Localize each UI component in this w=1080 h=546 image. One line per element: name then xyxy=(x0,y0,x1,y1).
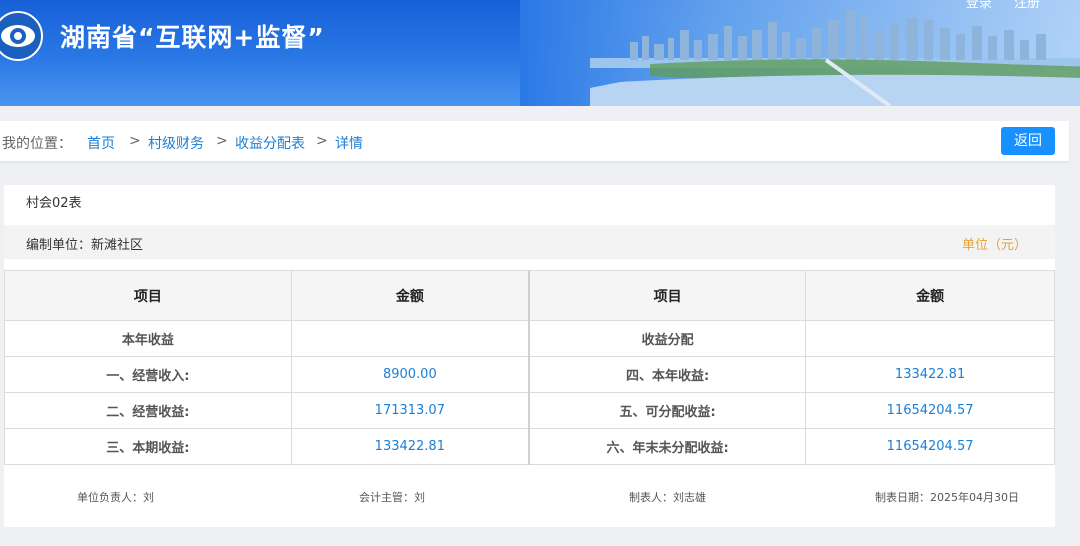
form-code: 村会02表 xyxy=(26,196,82,211)
column-header-amount: 金额 xyxy=(290,270,530,321)
breadcrumb-detail-link[interactable]: 详情 xyxy=(335,133,363,153)
row-amount: 8900.00 xyxy=(290,356,530,393)
login-link[interactable]: 登录 xyxy=(966,0,992,11)
unit-head-signature: 单位负责人：刘 xyxy=(77,491,154,504)
row-item-label: 五、可分配收益: xyxy=(527,392,807,429)
row-item-label: 本年收益 xyxy=(4,320,292,357)
row-item-label: 三、本期收益: xyxy=(4,428,292,465)
register-link[interactable]: 注册 xyxy=(1014,0,1040,11)
top-links: 登录 注册 xyxy=(948,0,1040,11)
preparer-signature: 制表人：刘志雄 xyxy=(629,491,706,504)
breadcrumb-location-label: 我的位置： xyxy=(2,136,72,152)
org-name: 编制单位：新滩社区 xyxy=(26,238,144,253)
row-amount xyxy=(805,320,1055,357)
currency-unit: 单位（元） xyxy=(961,238,1027,253)
prepared-date: 制表日期：2025年04月30日 xyxy=(875,491,1019,504)
eye-logo-icon xyxy=(0,11,43,61)
org-unit-row: 编制单位：新滩社区 单位（元） xyxy=(4,225,1055,259)
row-amount: 133422.81 xyxy=(805,356,1055,393)
breadcrumb-separator: > xyxy=(216,133,228,149)
breadcrumb: 我的位置： 首页 > 村级财务 > 收益分配表 > 详情 返回 xyxy=(0,121,1069,161)
table-row: 一、经营收入: 8900.00 四、本年收益: 133422.81 xyxy=(4,356,1055,393)
header-banner: 湖南省“互联网+监督” 登录 注册 xyxy=(0,0,1080,106)
row-amount: 11654204.57 xyxy=(805,428,1055,465)
row-item-label: 收益分配 xyxy=(527,320,807,357)
income-distribution-table: 项目 金额 项目 金额 本年收益 收益分配 一、经营收入: 8900.00 四、… xyxy=(4,270,1055,465)
row-item-label: 四、本年收益: xyxy=(527,356,807,393)
table-row: 三、本期收益: 133422.81 六、年末未分配收益: 11654204.57 xyxy=(4,428,1055,465)
site-title: 湖南省“互联网+监督” xyxy=(60,23,325,52)
row-amount: 133422.81 xyxy=(290,428,530,465)
breadcrumb-separator: > xyxy=(129,133,141,149)
row-item-label: 一、经营收入: xyxy=(4,356,292,393)
column-header-amount: 金额 xyxy=(805,270,1055,321)
row-amount: 171313.07 xyxy=(290,392,530,429)
column-header-item: 项目 xyxy=(527,270,807,321)
row-amount xyxy=(290,320,530,357)
table-row: 本年收益 收益分配 xyxy=(4,320,1055,357)
row-item-label: 二、经营收益: xyxy=(4,392,292,429)
report-card: 村会02表 编制单位：新滩社区 单位（元） 项目 金额 项目 金额 本年收益 收… xyxy=(4,185,1055,527)
row-item-label: 六、年末未分配收益: xyxy=(527,428,807,465)
breadcrumb-village-finance-link[interactable]: 村级财务 xyxy=(148,133,204,153)
breadcrumb-separator: > xyxy=(316,133,328,149)
breadcrumb-income-distribution-link[interactable]: 收益分配表 xyxy=(235,133,305,153)
column-header-item: 项目 xyxy=(4,270,292,321)
table-row: 二、经营收益: 171313.07 五、可分配收益: 11654204.57 xyxy=(4,392,1055,429)
back-button[interactable]: 返回 xyxy=(1001,127,1055,155)
row-amount: 11654204.57 xyxy=(805,392,1055,429)
accountant-signature: 会计主管：刘 xyxy=(359,491,425,504)
city-skyline-image xyxy=(590,10,1080,106)
table-header-row: 项目 金额 项目 金额 xyxy=(4,270,1055,321)
breadcrumb-home-link[interactable]: 首页 xyxy=(87,133,115,153)
